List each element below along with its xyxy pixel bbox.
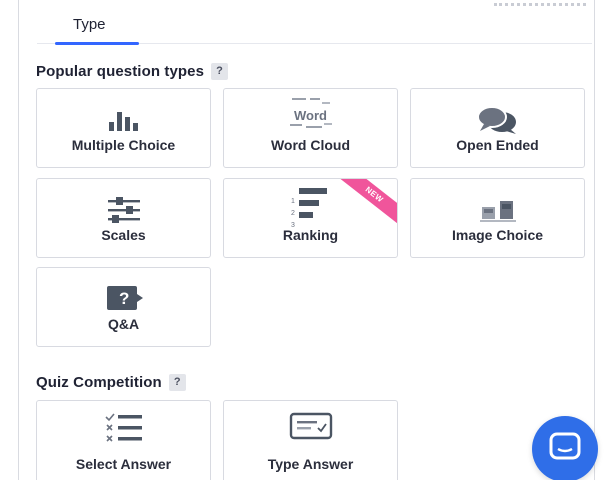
card-label: Select Answer xyxy=(75,456,172,472)
top-edge-decoration xyxy=(494,0,586,6)
sliders-icon xyxy=(37,195,210,225)
qa-glyph-text: ? xyxy=(119,289,130,308)
card-multiple-choice[interactable]: Multiple Choice xyxy=(36,88,211,168)
word-cloud-icon: Word xyxy=(224,98,397,129)
chat-launcher-button[interactable] xyxy=(532,416,598,480)
card-image-choice[interactable]: Image Choice xyxy=(410,178,585,258)
bar-chart-icon xyxy=(37,105,210,135)
card-type-answer[interactable]: Type Answer xyxy=(223,400,398,480)
tab-active-indicator xyxy=(55,42,139,45)
card-label: Scales xyxy=(101,227,146,243)
card-label: Image Choice xyxy=(451,227,544,243)
popular-section-label: Popular question types xyxy=(36,63,205,80)
popular-section-title: Popular question types ? xyxy=(36,63,229,80)
card-open-ended[interactable]: Open Ended xyxy=(410,88,585,168)
text-box-icon xyxy=(224,411,397,441)
popular-help-icon[interactable]: ? xyxy=(211,63,229,80)
card-label: Type Answer xyxy=(267,456,354,472)
rank-number-2: 2 xyxy=(291,210,295,217)
card-label: Ranking xyxy=(282,227,339,243)
card-word-cloud[interactable]: Word Word Cloud xyxy=(223,88,398,168)
word-cloud-glyph-text: Word xyxy=(294,108,327,123)
card-label: Q&A xyxy=(107,316,140,332)
checklist-icon xyxy=(37,413,210,443)
question-bubble-icon: ? xyxy=(37,284,210,314)
tab-type[interactable]: Type xyxy=(55,16,139,45)
card-label: Open Ended xyxy=(456,137,539,153)
card-qa[interactable]: ? Q&A xyxy=(36,267,211,347)
image-bars-icon xyxy=(411,195,584,225)
chat-icon xyxy=(548,431,582,468)
tab-bar: Type xyxy=(37,10,592,45)
quiz-section-title: Quiz Competition ? xyxy=(36,374,186,391)
tab-type-label: Type xyxy=(73,16,106,33)
card-select-answer[interactable]: Select Answer xyxy=(36,400,211,480)
card-scales[interactable]: Scales xyxy=(36,178,211,258)
ranked-list-icon: 1 2 3 xyxy=(224,188,397,229)
card-label: Multiple Choice xyxy=(71,137,176,153)
card-ranking[interactable]: NEW 1 2 3 Ranking xyxy=(223,178,398,258)
rank-number-1: 1 xyxy=(291,198,295,205)
quiz-help-icon[interactable]: ? xyxy=(168,374,186,391)
quiz-section-label: Quiz Competition xyxy=(36,374,162,391)
card-label: Word Cloud xyxy=(270,137,351,153)
speech-bubbles-icon xyxy=(411,105,584,135)
